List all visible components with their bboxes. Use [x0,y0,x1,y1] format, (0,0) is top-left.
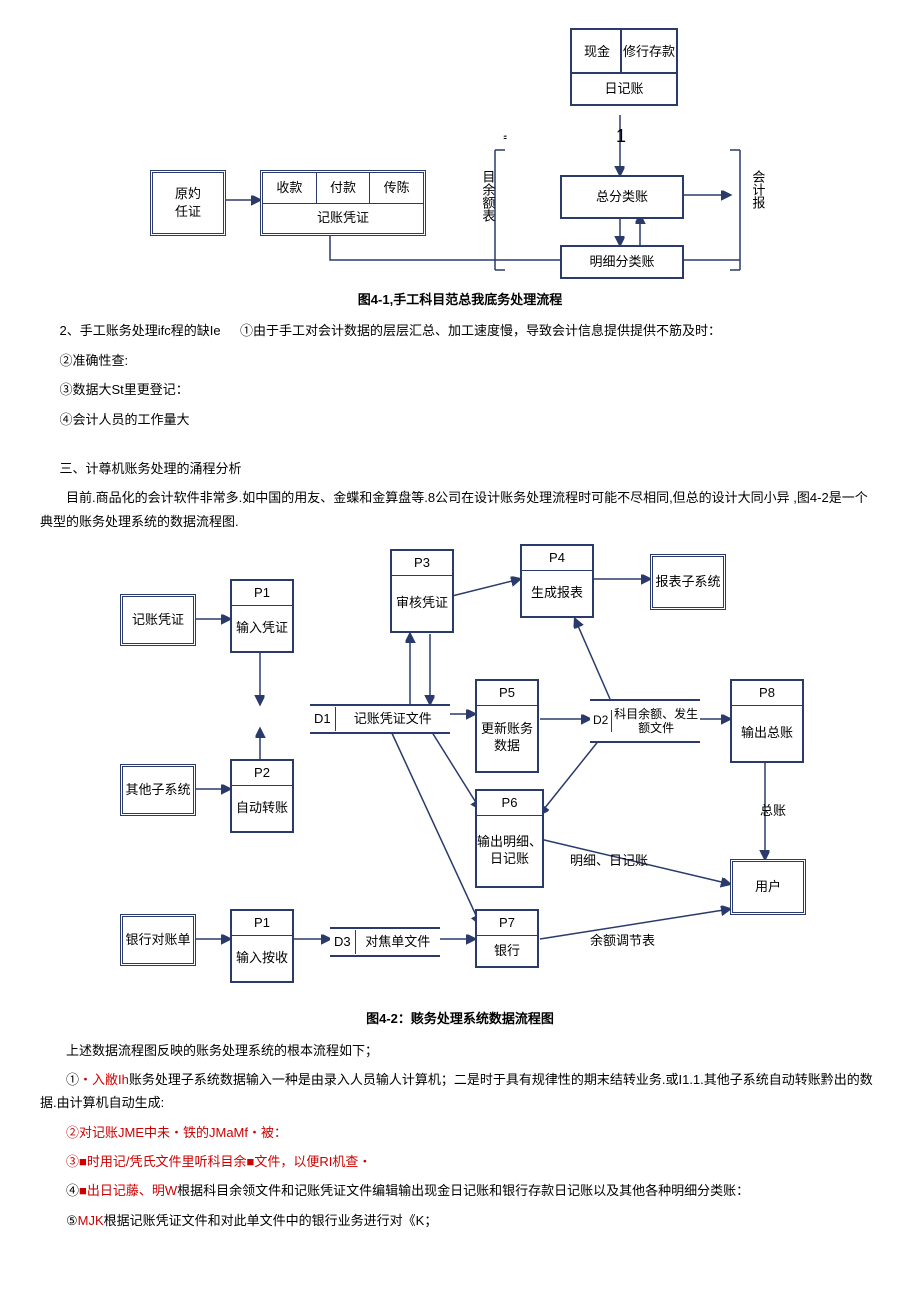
p4-text: 生成报表 [531,571,583,617]
d3-text: 对焦单文件 [356,930,440,953]
flow-intro: 上述数据流程图反映的账务处理系统的根本流程如下； [40,1039,880,1062]
p1-label: P1 [232,581,292,605]
balance-label: 余额调节表 [590,929,655,952]
source-voucher: 记账凭证 [120,594,196,646]
detail-ledger-box: 明细分类账 [560,245,684,279]
cash-box: 现金 [570,28,624,76]
user-box: 用户 [730,859,806,915]
p3-text: 审核凭证 [396,576,448,632]
voucher-cell: 记账凭证 [263,203,423,232]
p2-label: P2 [232,761,292,785]
p7-text: 银行 [494,936,520,967]
step4-num: ④ [66,1183,79,1198]
p2-text: 自动转账 [236,786,288,832]
p4-box: P4 生成报表 [520,544,594,618]
step4-rest: 根据科目余领文件和记账凭证文件编辑输出现金日记账和银行存款日记账以及其他各种明细… [177,1183,749,1198]
flow-step-3: ③■时用记/凭氏文件里听科目余■文件，以便RI机查・ [40,1150,880,1173]
p6-box: P6 输出明细、日记账 [475,789,544,888]
section-3-title: 三、计尊机账务处理的涌程分析 [40,457,880,480]
d1-box: D1 记账凭证文件 [310,704,450,734]
flow-step-5: ⑤MJK根据记账凭证文件和对此单文件中的银行业务进行对《K； [40,1209,880,1232]
source-bank: 银行对账单 [120,914,196,966]
general-ledger-label: 总账 [760,799,786,822]
d3-label: D3 [330,930,356,953]
fig2-caption: 图4-2：赅务处理系统数据流程图 [40,1007,880,1030]
d2-box: D2 科目余额、发生额文件 [590,699,700,743]
step1-num: ① [66,1072,79,1087]
flow-step-2: ②对记账JME中未・铁的JMaMf・被： [40,1121,880,1144]
figure-4-1: 现金 修行存款 日记账 1 原妁 任证 收款 付款 传陈 记账凭证 " 目余额表… [80,20,840,280]
figure-4-2: 记账凭证 其他子系统 银行对账单 P1 输入凭证 P2 自动转账 P1 输入按收… [80,539,840,999]
source-other: 其他子系统 [120,764,196,816]
defect-label: 2、手工账务处理ifc程的缺Ie [40,319,240,342]
defect-3: ③数据大St里更登记： [40,378,880,401]
step1-red: ・入敝Ih [79,1072,129,1087]
defect-2: ②准确性查: [40,349,880,372]
voucher-group: 收款 付款 传陈 记账凭证 [260,170,426,236]
p3-label: P3 [392,551,452,575]
p1-text: 输入凭证 [236,606,288,652]
report-subsystem: 报表子系统 [650,554,726,610]
p3-box: P3 审核凭证 [390,549,454,633]
payment-cell: 付款 [317,173,371,203]
p5-box: P5 更新账务数据 [475,679,539,773]
p8-text: 输出总账 [741,706,793,762]
p1b-text: 输入按收 [236,936,288,982]
p6-text: 输出明细、日记账 [477,816,542,887]
transfer-cell: 传陈 [370,173,423,203]
step1-rest: 账务处理子系统数据输入一种是由录入人员输人计算机；二是时于具有规律性的期末结转业… [40,1072,873,1110]
flow-step-4: ④■出日记藤、明W根据科目余领文件和记账凭证文件编辑输出现金日记账和银行存款日记… [40,1179,880,1202]
source-line2: 任证 [175,203,201,221]
d1-text: 记账凭证文件 [336,707,450,730]
p1b-box: P1 输入按收 [230,909,294,983]
journal-box: 日记账 [570,72,678,106]
deposit-box: 修行存款 [620,28,678,76]
p8-box: P8 输出总账 [730,679,804,763]
fig1-caption: 图4-1,手工科目范总我底务处理流程 [40,288,880,311]
detail-journal-label: 明细、日记账 [570,849,648,872]
receipt-cell: 收款 [263,173,317,203]
flow-step-1: ①・入敝Ih账务处理子系统数据输入一种是由录入人员输人计算机；二是时于具有规律性… [40,1068,880,1115]
defect-4: ④会计人员的工作量大 [40,408,880,431]
text-line-2-1: 2、手工账务处理ifc程的缺Ie ①由于手工对会计数据的层层汇总、加工速度慢，导… [40,319,880,342]
defect-1: ①由于手工对会计数据的层层汇总、加工速度慢，导致会计信息提供提供不筋及时： [240,319,721,342]
p5-label: P5 [477,681,537,705]
p5-text: 更新账务数据 [477,706,537,772]
p8-label: P8 [732,681,802,705]
p7-box: P7 银行 [475,909,539,968]
step5-num: ⑤ [66,1213,78,1228]
d3-box: D3 对焦单文件 [330,927,440,957]
one-label: 1 [616,120,626,152]
d2-text: 科目余额、发生额文件 [612,707,700,736]
step5-red: MJK [78,1213,104,1228]
step4-red: ■出日记藤、明W [79,1183,177,1198]
p6-label: P6 [477,791,542,815]
general-ledger-box: 总分类账 [560,175,684,219]
source-line1: 原妁 [175,185,201,203]
d2-label: D2 [590,710,612,732]
report-label: 会计报 [746,170,769,209]
p7-label: P7 [477,911,537,935]
p1-box: P1 输入凭证 [230,579,294,653]
source-doc-box: 原妁 任证 [150,170,226,236]
quote-label: " [490,135,513,140]
trial-balance-label: 目余额表 [476,170,499,222]
p1b-label: P1 [232,911,292,935]
section-3-para: 目前.商品化的会计软件非常多.如中国的用友、金蝶和金算盘等.8公司在设计账务处理… [40,486,880,533]
step5-rest: 根据记账凭证文件和对此单文件中的银行业务进行对《K； [104,1213,438,1228]
p2-box: P2 自动转账 [230,759,294,833]
p4-label: P4 [522,546,592,570]
d1-label: D1 [310,707,336,730]
